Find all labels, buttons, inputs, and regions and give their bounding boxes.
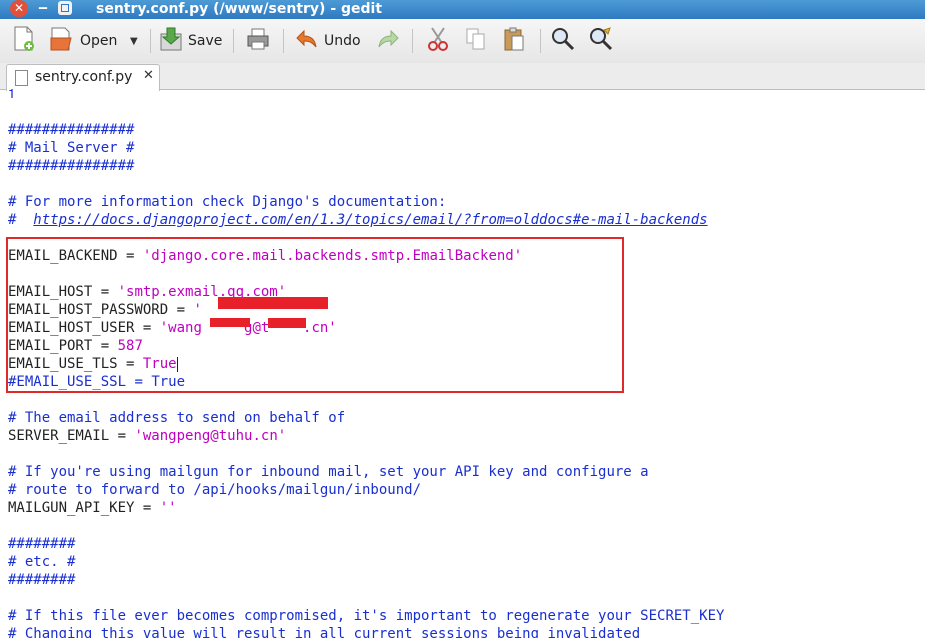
redaction-mark <box>218 297 328 309</box>
code-comment: # <box>8 212 34 228</box>
paste-button[interactable] <box>502 26 526 56</box>
code-comment: # The email address to send on behalf of <box>8 410 346 426</box>
code-comment: ######## <box>8 572 76 588</box>
open-dropdown-button[interactable]: ▼ <box>130 28 138 54</box>
undo-icon <box>294 26 320 56</box>
undo-label: Undo <box>324 33 361 49</box>
find-replace-icon <box>588 26 614 56</box>
code-line: ############### <box>8 121 724 139</box>
code-line: # Mail Server # <box>8 139 724 157</box>
dropdown-arrow-icon: ▼ <box>130 35 138 47</box>
text-editor[interactable]: ſ ############### # Mail Server # #########… <box>0 89 925 638</box>
code-comment: # For more information check Django's do… <box>8 194 447 210</box>
setting-name: SERVER_EMAIL <box>8 428 110 444</box>
assign-operator: = <box>134 500 160 516</box>
code-comment: # Mail Server # <box>8 140 135 156</box>
maximize-window-button[interactable] <box>58 1 72 15</box>
redo-button[interactable] <box>375 28 401 54</box>
title-bar: ✕ ‒ sentry.conf.py (/www/sentry) - gedit <box>0 0 925 19</box>
code-line: # route to forward to /api/hooks/mailgun… <box>8 481 724 499</box>
code-line: MAILGUN_API_KEY = '' <box>8 499 724 517</box>
toolbar-separator <box>412 29 413 53</box>
code-comment: ######## <box>8 536 76 552</box>
assign-operator: = <box>109 428 135 444</box>
code-comment: ſ <box>8 89 17 102</box>
open-icon <box>48 26 74 56</box>
code-line: ############### <box>8 157 724 175</box>
find-replace-button[interactable] <box>588 26 614 56</box>
tab-label: sentry.conf.py <box>35 69 133 85</box>
setting-value: 'wangpeng@tuhu.cn' <box>134 428 287 444</box>
code-comment: # route to forward to /api/hooks/mailgun… <box>8 482 422 498</box>
code-line: SERVER_EMAIL = 'wangpeng@tuhu.cn' <box>8 427 724 445</box>
code-line: # The email address to send on behalf of <box>8 409 724 427</box>
new-document-icon <box>12 26 36 56</box>
paste-icon <box>502 26 526 56</box>
copy-icon <box>464 26 488 56</box>
toolbar-separator <box>233 29 234 53</box>
document-icon <box>15 70 28 86</box>
code-line: # If you're using mailgun for inbound ma… <box>8 463 724 481</box>
code-comment: ############### <box>8 122 135 138</box>
setting-name: MAILGUN_API_KEY <box>8 500 135 516</box>
documentation-link[interactable]: https://docs.djangoproject.com/en/1.3/to… <box>33 212 707 228</box>
code-line: # If this file ever becomes compromised,… <box>8 607 724 625</box>
toolbar: Open ▼ Save Undo <box>0 19 925 64</box>
code-comment: # If you're using mailgun for inbound ma… <box>8 464 649 480</box>
code-comment: # etc. # <box>8 554 76 570</box>
code-comment: # Changing this value will result in all… <box>8 626 641 638</box>
highlight-box <box>6 237 624 393</box>
print-button[interactable] <box>245 28 271 54</box>
code-comment: # If this file ever becomes compromised,… <box>8 608 725 624</box>
close-window-button[interactable]: ✕ <box>10 0 28 17</box>
tab-bar: sentry.conf.py ✕ <box>0 63 925 91</box>
cut-icon <box>426 26 450 56</box>
code-line: ######## <box>8 571 724 589</box>
setting-value: '' <box>159 500 177 516</box>
save-label: Save <box>188 33 223 49</box>
code-line: # Changing this value will result in all… <box>8 625 724 638</box>
cut-button[interactable] <box>426 26 450 56</box>
minimize-window-button[interactable]: ‒ <box>34 0 52 17</box>
copy-button[interactable] <box>464 28 488 54</box>
code-line: ######## <box>8 535 724 553</box>
redaction-mark <box>268 318 306 328</box>
tab-sentry-conf[interactable]: sentry.conf.py ✕ <box>6 64 160 91</box>
open-button[interactable]: Open <box>48 26 118 56</box>
code-line: # etc. # <box>8 553 724 571</box>
toolbar-separator <box>283 29 284 53</box>
find-button[interactable] <box>550 28 576 54</box>
save-icon <box>158 26 184 56</box>
print-icon <box>245 26 271 56</box>
code-line: # For more information check Django's do… <box>8 193 724 211</box>
redaction-mark <box>210 318 250 327</box>
window-title: sentry.conf.py (/www/sentry) - gedit <box>96 1 383 17</box>
search-icon <box>550 26 576 56</box>
toolbar-separator <box>150 29 151 53</box>
code-comment: ############### <box>8 158 135 174</box>
close-tab-icon[interactable]: ✕ <box>143 68 154 83</box>
open-label: Open <box>80 33 118 49</box>
undo-button[interactable]: Undo <box>294 28 361 54</box>
code-line: ſ <box>8 89 724 103</box>
save-button[interactable]: Save <box>158 26 223 56</box>
code-line: # https://docs.djangoproject.com/en/1.3/… <box>8 211 724 229</box>
new-document-button[interactable] <box>12 26 36 56</box>
toolbar-separator <box>540 29 541 53</box>
redo-icon <box>375 26 401 56</box>
